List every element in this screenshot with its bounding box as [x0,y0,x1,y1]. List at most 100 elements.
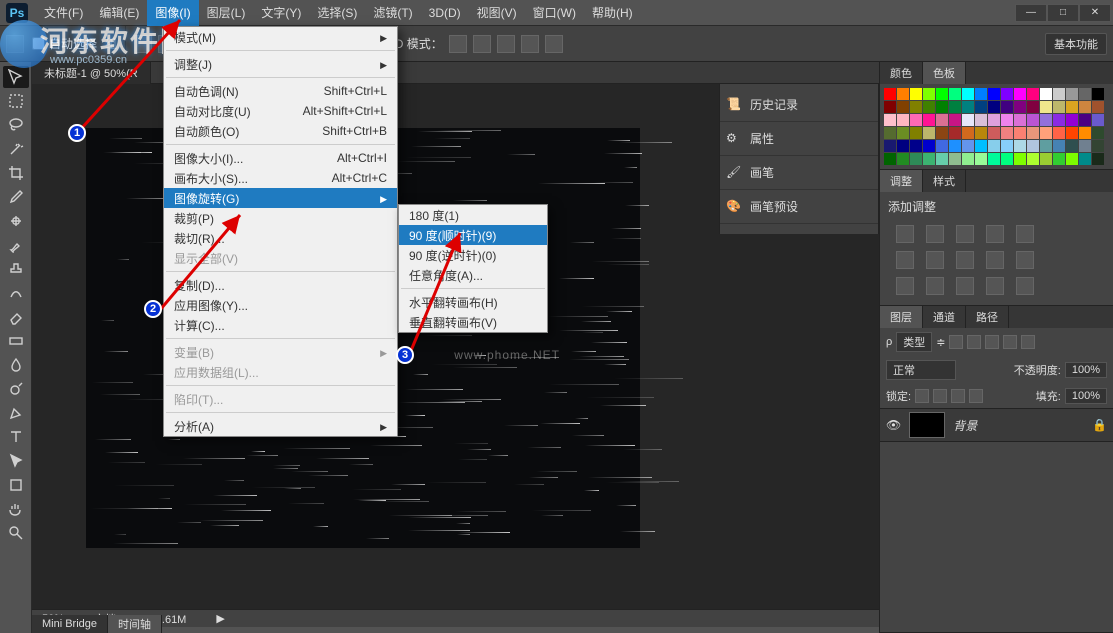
menu-item[interactable]: 自动对比度(U)Alt+Shift+Ctrl+L [164,101,397,121]
bw-icon[interactable] [956,251,974,269]
swatch[interactable] [949,127,961,139]
swatch[interactable] [1040,140,1052,152]
menu-item[interactable]: 分析(A) ▶ [164,416,397,436]
swatch[interactable] [1001,153,1013,165]
tab-layers[interactable]: 图层 [880,306,923,328]
swatch[interactable] [1027,114,1039,126]
swatch[interactable] [1014,140,1026,152]
swatch[interactable] [1092,114,1104,126]
menu-item[interactable]: 图像旋转(G) ▶ [164,188,397,208]
swatch[interactable] [936,114,948,126]
swatch[interactable] [1014,114,1026,126]
swatch[interactable] [1001,114,1013,126]
panel-history[interactable]: 📜历史记录 [720,88,878,122]
swatch[interactable] [884,127,896,139]
minimize-button[interactable]: — [1015,4,1047,22]
menu-item[interactable]: 自动色调(N)Shift+Ctrl+L [164,81,397,101]
blend-mode-select[interactable]: 正常 [886,360,956,380]
swatch[interactable] [1092,127,1104,139]
balance-icon[interactable] [926,251,944,269]
menu-select[interactable]: 选择(S) [309,0,365,26]
swatch[interactable] [897,127,909,139]
swatch[interactable] [1027,153,1039,165]
swatch[interactable] [936,153,948,165]
tab-color[interactable]: 颜色 [880,62,923,84]
photo-filter-icon[interactable] [986,251,1004,269]
type-tool[interactable] [3,426,29,448]
swatch[interactable] [884,114,896,126]
swatch[interactable] [1001,140,1013,152]
visibility-icon[interactable]: 👁 [886,418,901,432]
3d-roll-icon[interactable] [473,35,491,53]
lasso-tool[interactable] [3,114,29,136]
swatch[interactable] [1079,88,1091,100]
shape-tool[interactable] [3,474,29,496]
menu-item[interactable]: 应用图像(Y)... [164,295,397,315]
submenu-item[interactable]: 任意角度(A)... [399,265,547,285]
swatch[interactable] [884,88,896,100]
swatch[interactable] [897,101,909,113]
swatch[interactable] [936,101,948,113]
menu-item[interactable]: 画布大小(S)...Alt+Ctrl+C [164,168,397,188]
wand-tool[interactable] [3,138,29,160]
swatch[interactable] [923,140,935,152]
menu-view[interactable]: 视图(V) [469,0,525,26]
swatch[interactable] [975,101,987,113]
document-tab[interactable]: 未标题-1 @ 50%(R [32,62,151,84]
swatch[interactable] [975,114,987,126]
swatch[interactable] [884,140,896,152]
lock-transparent-icon[interactable] [915,389,929,403]
swatch[interactable] [1066,114,1078,126]
swatch[interactable] [1079,140,1091,152]
filter-smart-icon[interactable] [1021,335,1035,349]
swatch[interactable] [910,88,922,100]
3d-orbit-icon[interactable] [449,35,467,53]
filter-shape-icon[interactable] [1003,335,1017,349]
zoom-tool[interactable] [3,522,29,544]
lock-all-icon[interactable] [969,389,983,403]
swatch[interactable] [962,101,974,113]
swatch[interactable] [1001,101,1013,113]
swatch[interactable] [897,140,909,152]
blur-tool[interactable] [3,354,29,376]
tab-paths[interactable]: 路径 [966,306,1009,328]
menu-window[interactable]: 窗口(W) [525,0,584,26]
swatch[interactable] [988,101,1000,113]
swatch[interactable] [1014,88,1026,100]
exposure-icon[interactable] [986,225,1004,243]
menu-item[interactable]: 裁切(R)... [164,228,397,248]
swatch[interactable] [884,153,896,165]
layer-filter-type[interactable]: 类型 [896,332,932,352]
swatch[interactable] [1040,153,1052,165]
swatch[interactable] [910,101,922,113]
lock-pixels-icon[interactable] [933,389,947,403]
auto-select-checkbox[interactable]: 自动选择 [32,35,97,52]
menu-item[interactable]: 图像大小(I)...Alt+Ctrl+I [164,148,397,168]
swatch[interactable] [1066,153,1078,165]
swatch[interactable] [1053,88,1065,100]
swatch[interactable] [1027,127,1039,139]
crop-tool[interactable] [3,162,29,184]
swatch[interactable] [1040,114,1052,126]
swatch[interactable] [962,88,974,100]
close-button[interactable]: ✕ [1079,4,1111,22]
swatch[interactable] [1027,88,1039,100]
menu-item[interactable]: 自动颜色(O)Shift+Ctrl+B [164,121,397,141]
status-arrow-icon[interactable]: ▶ [216,612,224,625]
tab-mini-bridge[interactable]: Mini Bridge [32,615,108,633]
swatch[interactable] [910,140,922,152]
opacity-value[interactable]: 100% [1065,362,1107,378]
swatch[interactable] [1040,101,1052,113]
path-select-tool[interactable] [3,450,29,472]
menu-type[interactable]: 文字(Y) [253,0,309,26]
swatch[interactable] [1014,127,1026,139]
swatch[interactable] [897,88,909,100]
gradient-map-icon[interactable] [986,277,1004,295]
3d-scale-icon[interactable] [545,35,563,53]
hue-icon[interactable] [896,251,914,269]
filter-pixel-icon[interactable] [949,335,963,349]
panel-brush-presets[interactable]: 🎨画笔预设 [720,190,878,224]
pen-tool[interactable] [3,402,29,424]
swatch[interactable] [949,114,961,126]
swatch[interactable] [897,114,909,126]
